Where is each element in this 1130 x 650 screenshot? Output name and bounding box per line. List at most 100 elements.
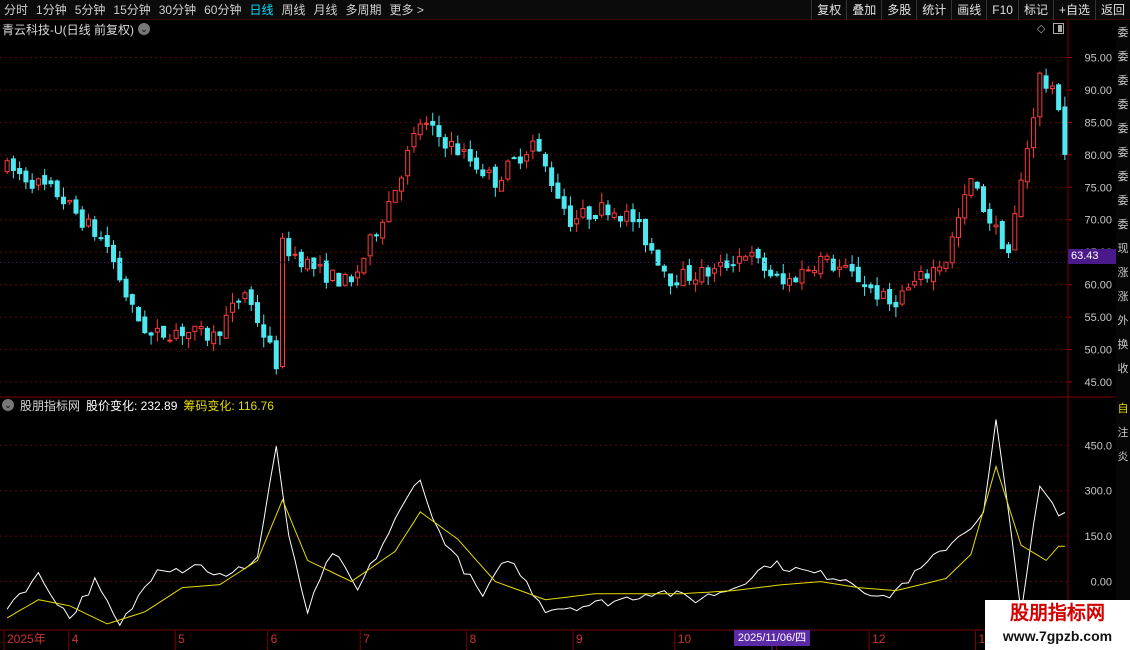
candle-body — [1024, 148, 1030, 183]
tab-60min[interactable]: 60分钟 — [200, 0, 245, 20]
candle-body — [54, 180, 60, 198]
overlay-button[interactable]: 叠加 — [846, 0, 881, 20]
tab-monthly[interactable]: 月线 — [310, 0, 342, 20]
candle-body — [417, 123, 423, 136]
quote-label: 收 — [1117, 363, 1129, 375]
candle-body — [962, 194, 968, 219]
tab-fenshi[interactable]: 分时 — [0, 0, 32, 20]
candle-body — [705, 267, 711, 277]
candle-body — [999, 221, 1005, 250]
back-button[interactable]: 返回 — [1094, 0, 1130, 20]
candle-body — [630, 209, 636, 223]
candle-body — [1031, 117, 1037, 149]
candle-body — [323, 260, 329, 283]
quote-label: 委 — [1117, 219, 1129, 231]
candle-body — [862, 284, 868, 288]
quote-label: 委 — [1117, 99, 1129, 111]
candle-body — [430, 120, 436, 126]
candle-body — [592, 215, 598, 220]
candle-body — [974, 181, 980, 189]
candle-body — [837, 266, 843, 270]
crosshair-date-tag: 2025/11/06/四 — [734, 630, 810, 646]
f10-button[interactable]: F10 — [986, 0, 1018, 20]
candle-body — [411, 133, 417, 148]
candle-body — [761, 257, 767, 271]
indicator-header: ⌄ 股朋指标网 股价变化: 232.89 筹码变化: 116.76 — [2, 397, 274, 413]
candle-body — [711, 268, 717, 274]
tab-30min[interactable]: 30分钟 — [155, 0, 200, 20]
candle-body — [718, 261, 724, 267]
candle-body — [204, 327, 210, 341]
price-tick-label: 50.00 — [1084, 345, 1112, 357]
candle-body — [142, 316, 148, 334]
candle-body — [818, 255, 824, 275]
candle-body — [198, 326, 204, 330]
stock-title: 青云科技-U(日线 前复权) — [2, 22, 134, 37]
candle-body — [79, 209, 85, 228]
chevron-down-icon[interactable]: ⌄ — [2, 399, 14, 411]
chevron-down-icon[interactable]: ⌄ — [138, 23, 150, 35]
candle-body — [636, 219, 642, 223]
candle-body — [530, 140, 536, 152]
right-quote-strip: 委委委委委委委委委现涨涨外换收自注炎 — [1116, 21, 1130, 650]
toolbar-right: 复权 叠加 多股 统计 画线 F10 标记 +自选 返回 — [811, 0, 1130, 20]
month-label: 4 — [72, 632, 79, 646]
candle-body — [1043, 75, 1049, 89]
diamond-icon[interactable]: ◇ — [1037, 23, 1045, 35]
candle-body — [436, 125, 442, 138]
mark-button[interactable]: 标记 — [1017, 0, 1053, 20]
candle-body — [480, 169, 486, 177]
candle-body — [580, 208, 586, 218]
price-tick-label: 70.00 — [1084, 215, 1112, 227]
candle-body — [17, 168, 23, 175]
candle-body — [755, 248, 761, 259]
candle-body — [60, 196, 66, 205]
quote-label: 注 — [1117, 427, 1129, 439]
tab-1min[interactable]: 1分钟 — [32, 0, 71, 20]
candle-body — [699, 266, 705, 283]
quote-label: 委 — [1117, 171, 1129, 183]
candle-body — [643, 218, 649, 246]
candle-body — [1056, 84, 1062, 111]
candle-body — [254, 302, 260, 323]
candle-body — [42, 175, 48, 185]
candle-body — [549, 167, 555, 186]
candle-body — [981, 186, 987, 212]
candle-body — [843, 264, 849, 268]
candle-body — [167, 339, 173, 342]
candle-body — [824, 255, 830, 261]
candle-body — [92, 219, 98, 237]
panel-toggle-icon[interactable] — [1053, 23, 1065, 34]
statistics-button[interactable]: 统计 — [916, 0, 951, 20]
tab-daily[interactable]: 日线 — [245, 0, 277, 20]
candle-body — [868, 284, 874, 289]
candle-body — [1049, 85, 1055, 90]
draw-line-button[interactable]: 画线 — [951, 0, 986, 20]
candle-body — [780, 273, 786, 285]
tab-multi-period[interactable]: 多周期 — [342, 0, 386, 20]
candle-body — [161, 325, 167, 338]
add-watchlist-button[interactable]: +自选 — [1052, 0, 1095, 20]
candle-body — [117, 257, 123, 281]
tab-weekly[interactable]: 周线 — [277, 0, 309, 20]
month-label: 5 — [178, 632, 185, 646]
series-line-price-change — [6, 419, 1066, 627]
candle-body — [912, 280, 918, 286]
candle-body — [317, 264, 323, 267]
restore-rights-button[interactable]: 复权 — [811, 0, 846, 20]
price-tick-label: 95.00 — [1084, 52, 1112, 64]
candle-body — [467, 148, 473, 162]
candle-body — [280, 237, 286, 368]
chart-canvas[interactable]: 95.0090.0085.0080.0075.0070.0065.0060.00… — [0, 20, 1116, 650]
month-label: 7 — [363, 632, 370, 646]
candle-body — [661, 265, 667, 272]
tab-15min[interactable]: 15分钟 — [109, 0, 154, 20]
candle-body — [386, 201, 392, 223]
multi-stock-button[interactable]: 多股 — [881, 0, 916, 20]
candle-body — [405, 149, 411, 177]
tab-5min[interactable]: 5分钟 — [71, 0, 110, 20]
candle-body — [930, 267, 936, 283]
quote-label: 炎 — [1117, 451, 1129, 463]
candle-body — [730, 264, 736, 267]
tab-more[interactable]: 更多 > — [386, 0, 428, 20]
